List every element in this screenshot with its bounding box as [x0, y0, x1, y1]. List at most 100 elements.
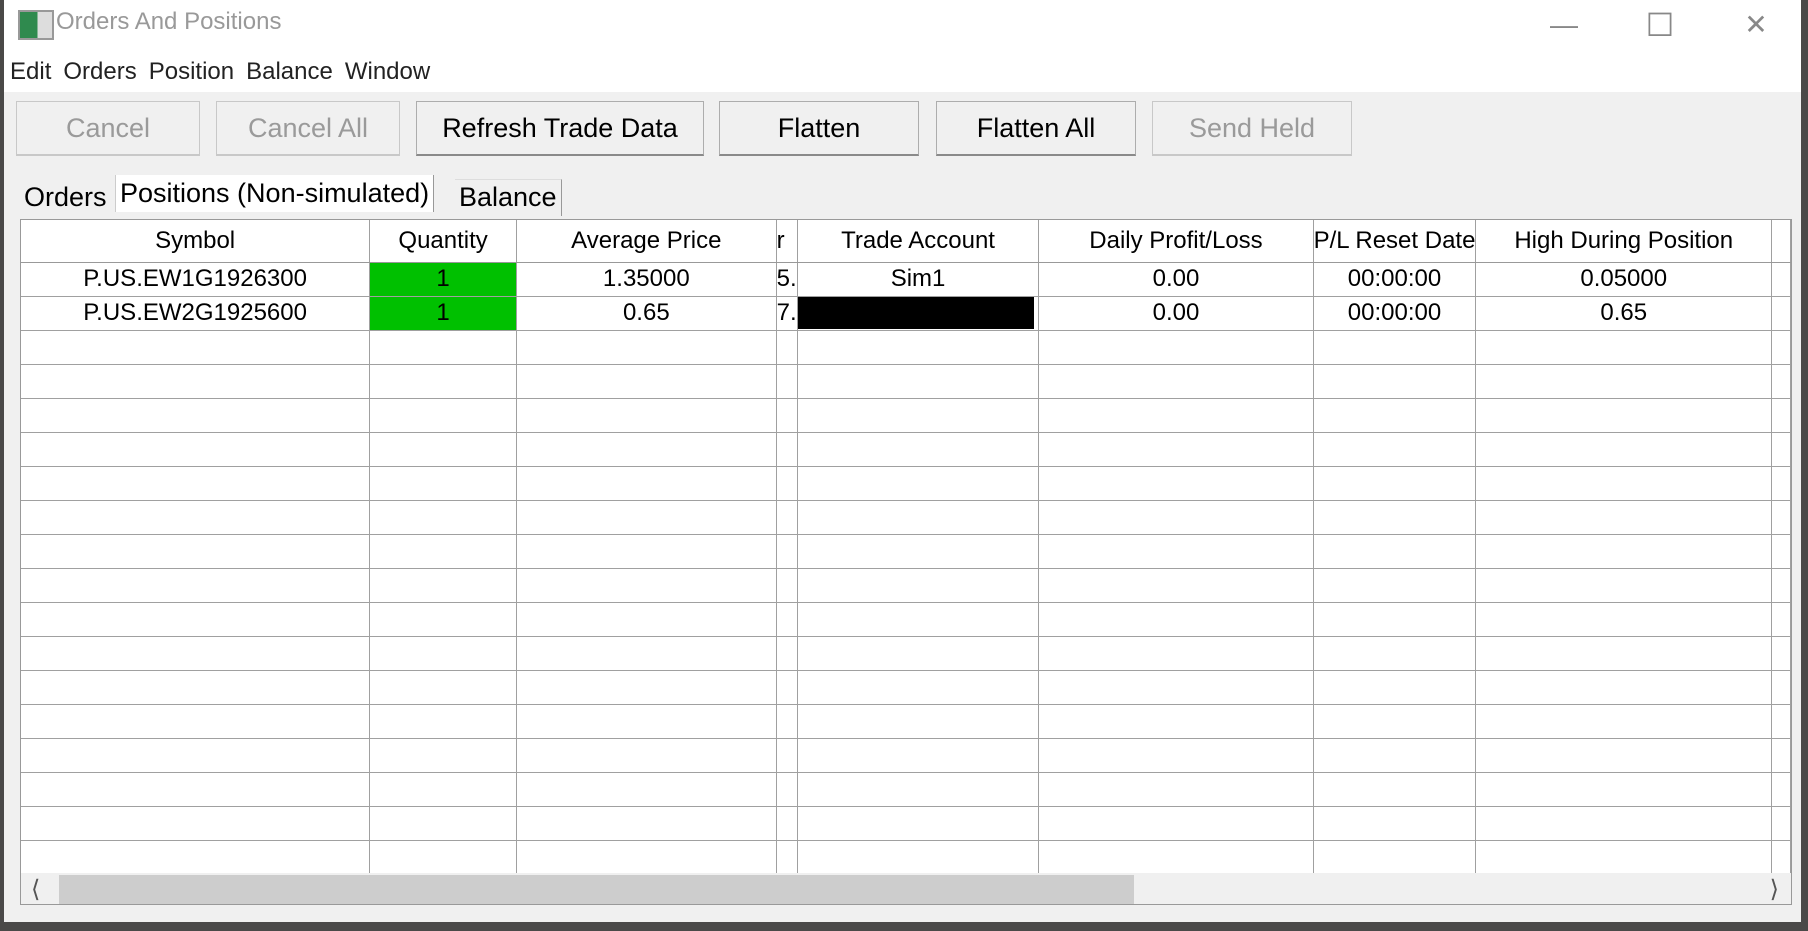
maximize-icon[interactable]: ☐: [1640, 9, 1680, 41]
tab-orders[interactable]: Orders: [20, 179, 111, 216]
table-cell: [1771, 602, 1791, 637]
empty-row[interactable]: [21, 670, 1791, 705]
menu-window[interactable]: Window: [345, 58, 430, 86]
redacted-account: [797, 297, 1034, 329]
table-cell: [516, 772, 777, 807]
table-cell: [1771, 262, 1791, 297]
table-cell: [21, 840, 371, 875]
column-header[interactable]: Quantity: [369, 220, 517, 263]
table-cell: [1313, 398, 1477, 433]
table-cell: [1771, 738, 1791, 773]
table-cell: 00:00:00: [1313, 262, 1477, 297]
table-cell: [1038, 432, 1314, 467]
empty-row[interactable]: [21, 636, 1791, 671]
table-cell: [21, 772, 371, 807]
empty-row[interactable]: [21, 738, 1791, 773]
minimize-icon[interactable]: —: [1544, 10, 1584, 40]
empty-row[interactable]: [21, 364, 1791, 399]
table-cell: 1: [369, 296, 517, 331]
table-row[interactable]: P.US.EW1G1926300 1 1.35000 5. Sim1 0.00 00:00:…: [21, 262, 1791, 297]
empty-row[interactable]: [21, 466, 1791, 501]
table-cell: [1771, 840, 1791, 875]
table-cell: [21, 602, 371, 637]
column-header[interactable]: Average Price: [516, 220, 777, 263]
table-cell: [21, 466, 371, 501]
empty-row[interactable]: [21, 772, 1791, 807]
menu-bar: Edit Orders Position Balance Window: [10, 58, 430, 86]
empty-row[interactable]: [21, 806, 1791, 841]
empty-row[interactable]: [21, 534, 1791, 569]
table-cell: [776, 670, 798, 705]
column-header[interactable]: Trade Account: [797, 220, 1040, 263]
refresh-trade-data-button[interactable]: Refresh Trade Data: [416, 101, 704, 156]
table-cell: [516, 670, 777, 705]
table-cell: [369, 670, 517, 705]
menu-edit[interactable]: Edit: [10, 58, 51, 86]
empty-row[interactable]: [21, 602, 1791, 637]
cancel-all-button[interactable]: Cancel All: [216, 101, 400, 156]
column-header[interactable]: P/L Reset Date: [1313, 220, 1477, 263]
table-cell: [1313, 602, 1477, 637]
empty-row[interactable]: [21, 500, 1791, 535]
menu-position[interactable]: Position: [149, 58, 234, 86]
cancel-button[interactable]: Cancel: [16, 101, 200, 156]
empty-row[interactable]: [21, 704, 1791, 739]
flatten-all-button[interactable]: Flatten All: [936, 101, 1136, 156]
table-cell: [369, 602, 517, 637]
table-cell: [1771, 500, 1791, 535]
table-cell: [1771, 704, 1791, 739]
table-cell: [776, 636, 798, 671]
empty-row[interactable]: [21, 330, 1791, 365]
close-icon[interactable]: ✕: [1736, 10, 1776, 40]
menu-balance[interactable]: Balance: [246, 58, 333, 86]
tab-balance[interactable]: Balance: [455, 179, 562, 216]
table-cell: [1313, 704, 1477, 739]
table-cell: [21, 670, 371, 705]
table-cell: P.US.EW1G1926300: [21, 262, 371, 297]
table-cell: [516, 568, 777, 603]
table-cell: [1475, 432, 1773, 467]
table-cell: [1771, 806, 1791, 841]
column-header[interactable]: Daily Profit/Loss: [1038, 220, 1314, 263]
table-cell: [1475, 534, 1773, 569]
table-cell: [776, 500, 798, 535]
column-header[interactable]: High During Position: [1475, 220, 1773, 263]
table-cell: [516, 738, 777, 773]
table-cell: [21, 806, 371, 841]
column-header[interactable]: Symbol: [21, 220, 371, 263]
app-table-icon: [18, 10, 54, 40]
empty-row[interactable]: [21, 398, 1791, 433]
scroll-left-icon[interactable]: ⟨: [31, 873, 40, 904]
table-cell: [797, 738, 1040, 773]
column-header[interactable]: [1771, 220, 1791, 263]
table-cell: [1038, 806, 1314, 841]
flatten-button[interactable]: Flatten: [719, 101, 919, 156]
horizontal-scrollbar[interactable]: ⟨ ⟩: [21, 873, 1791, 904]
table-cell: [369, 636, 517, 671]
table-cell: 1: [369, 262, 517, 297]
window-title: Orders And Positions: [56, 8, 282, 35]
tab-positions[interactable]: Positions (Non-simulated): [115, 175, 435, 212]
table-cell: [21, 738, 371, 773]
table-cell: [776, 772, 798, 807]
scrollbar-thumb[interactable]: [59, 875, 1135, 904]
table-cell: Sim1: [797, 262, 1040, 297]
table-cell: [369, 432, 517, 467]
table-cell: [1475, 704, 1773, 739]
empty-row[interactable]: [21, 568, 1791, 603]
menu-orders[interactable]: Orders: [63, 58, 136, 86]
table-row[interactable]: P.US.EW2G1925600 1 0.65 7. 0.00 00:00:00 0.65: [21, 296, 1791, 331]
table-cell: [369, 840, 517, 875]
table-cell: [1038, 738, 1314, 773]
scroll-right-icon[interactable]: ⟩: [1770, 873, 1779, 904]
table-cell: [516, 364, 777, 399]
table-cell: [1771, 466, 1791, 501]
table-cell: [1771, 398, 1791, 433]
column-header[interactable]: r: [776, 220, 798, 263]
table-cell: [369, 704, 517, 739]
table-cell: [1038, 670, 1314, 705]
send-held-button[interactable]: Send Held: [1152, 101, 1352, 156]
empty-row[interactable]: [21, 432, 1791, 467]
table-cell: [516, 330, 777, 365]
empty-row[interactable]: [21, 840, 1791, 875]
